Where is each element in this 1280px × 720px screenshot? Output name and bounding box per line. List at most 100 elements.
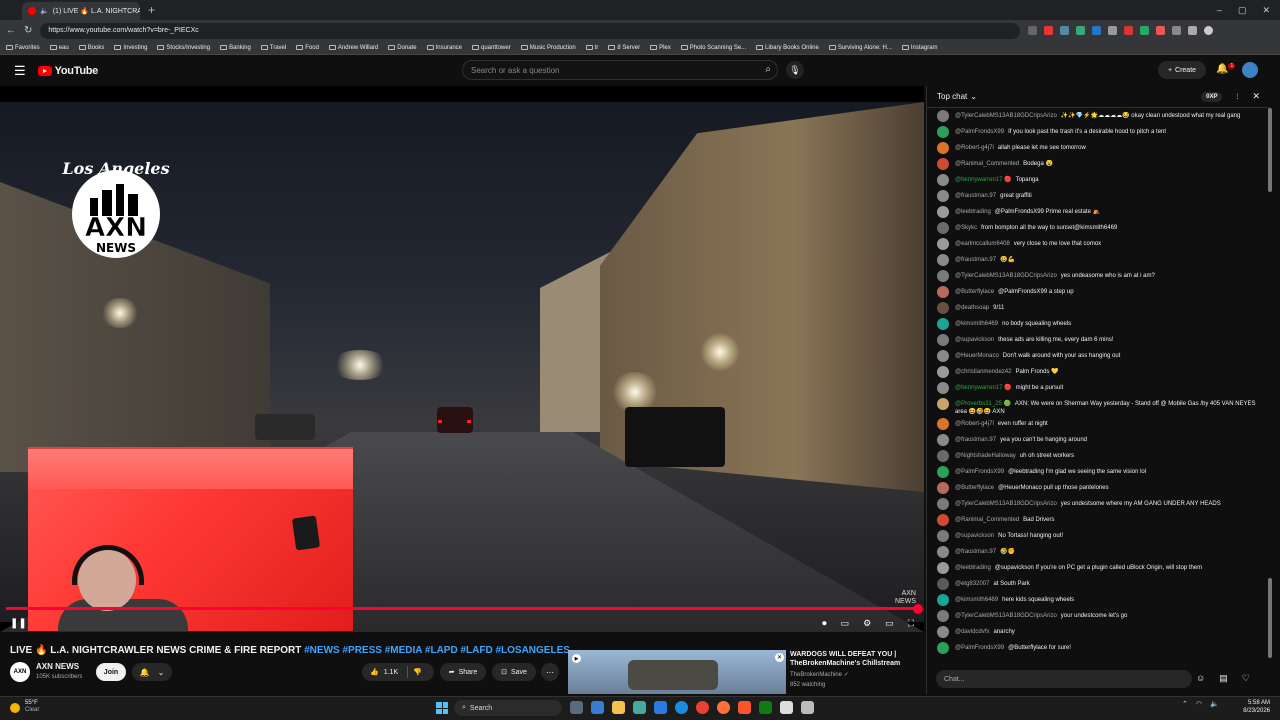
chat-avatar[interactable] (937, 110, 949, 122)
super-chat-icon[interactable]: ▤ (1219, 673, 1228, 684)
chat-author[interactable]: @deathsoap (955, 305, 989, 311)
chat-author[interactable]: @kimsmith6469 (955, 597, 998, 603)
menu-icon[interactable]: ☰ (14, 63, 26, 79)
app-icon[interactable] (801, 701, 814, 714)
chat-avatar[interactable] (937, 254, 949, 266)
captions-icon[interactable]: ▭ (841, 618, 850, 629)
ad-channel[interactable]: TheBrokenMachine ✓ (790, 671, 849, 678)
more-actions-icon[interactable]: ⋯ (541, 663, 559, 681)
bookmark-item[interactable]: Photo Scanning Se... (680, 45, 746, 51)
extension-icon[interactable] (1188, 26, 1198, 35)
chat-avatar[interactable] (937, 286, 949, 298)
chat-avatar[interactable] (937, 190, 949, 202)
chat-avatar[interactable] (937, 418, 949, 430)
account-avatar[interactable] (1242, 62, 1258, 78)
chat-author[interactable]: @Ranimal_Commented (955, 517, 1019, 523)
chat-author[interactable]: @Butterflylace (955, 289, 994, 295)
extension-icon[interactable] (1060, 26, 1070, 35)
app-icon[interactable] (780, 701, 793, 714)
share-button[interactable]: ➦ Share (440, 663, 486, 681)
chat-avatar[interactable] (937, 238, 949, 250)
chat-author[interactable]: @leebtrading (955, 565, 991, 571)
chat-avatar[interactable] (937, 302, 949, 314)
chat-author[interactable]: @earlmccallum6408 (955, 241, 1010, 247)
weather-widget[interactable]: 55°F Clear (10, 700, 39, 714)
chat-author[interactable]: @supavickson (955, 533, 994, 539)
chat-avatar[interactable] (937, 334, 949, 346)
chat-author[interactable]: @TylerCalebMS13AB18GDCripsArizo (955, 613, 1057, 619)
volume-icon[interactable]: 🔈 (1210, 700, 1219, 708)
extension-icon[interactable] (1108, 26, 1118, 35)
chat-author[interactable]: @bennywarren17 🔴 (955, 177, 1012, 183)
extension-icon[interactable] (1124, 26, 1134, 35)
pause-icon[interactable]: ❚❚ (10, 618, 27, 629)
close-icon[interactable]: ✕ (775, 653, 784, 662)
chat-avatar[interactable] (937, 382, 949, 394)
settings-app-icon[interactable] (591, 701, 604, 714)
chat-avatar[interactable] (937, 350, 949, 362)
xbox-icon[interactable] (759, 701, 772, 714)
chat-avatar[interactable] (937, 158, 949, 170)
bookmark-item[interactable]: Libary Books Online (756, 45, 819, 51)
chrome-icon[interactable] (696, 701, 709, 714)
ad-title[interactable]: WARDOGS WILL DEFEAT YOU | TheBrokenMachi… (790, 650, 920, 668)
file-explorer-icon[interactable] (612, 701, 625, 714)
extension-icon[interactable] (1092, 26, 1102, 35)
video-hashtags[interactable]: #NEWS #PRESS #MEDIA #LAPD #LAFD #LOSANGE… (304, 645, 570, 656)
chat-avatar[interactable] (937, 206, 949, 218)
extension-icon[interactable] (1172, 26, 1182, 35)
notifications-bell-icon[interactable]: 🔔 1 (1216, 63, 1236, 74)
wifi-icon[interactable]: ◠ (1196, 700, 1202, 708)
chat-author[interactable]: @HeuerMonaco (955, 353, 999, 359)
heart-icon[interactable]: ♡ (1242, 673, 1250, 684)
chat-author[interactable]: @fraustman.97 (955, 437, 996, 443)
chat-avatar[interactable] (937, 174, 949, 186)
search-input[interactable]: Search or ask a question ⌕ (462, 60, 778, 80)
close-chat-icon[interactable]: ✕ (1252, 91, 1260, 102)
chat-author[interactable]: @PalmFrondsX99 (955, 129, 1004, 135)
chat-author[interactable]: @NightshadeHalloway (955, 453, 1016, 459)
chat-scrollbar[interactable] (1268, 578, 1272, 658)
chat-author[interactable]: @TylerCalebMS13AB18GDCripsArizo (955, 501, 1057, 507)
join-button[interactable]: Join (96, 663, 126, 681)
chat-avatar[interactable] (937, 498, 949, 510)
bookmark-item[interactable]: Food (296, 45, 319, 51)
app-icon[interactable] (654, 701, 667, 714)
chat-author[interactable]: @TylerCalebMS13AB18GDCripsArizo (955, 113, 1057, 119)
create-button[interactable]: + Create (1158, 61, 1206, 79)
chat-input[interactable]: Chat... (936, 670, 1192, 688)
bookmark-item[interactable]: Surviving Alone: H... (828, 45, 892, 51)
search-icon[interactable]: ⌕ (765, 64, 771, 75)
chat-author[interactable]: @Proverbs31_25 🟢 (955, 401, 1011, 407)
chat-author[interactable]: @Skykc (955, 225, 977, 231)
settings-icon[interactable]: ⚙ (863, 618, 871, 629)
chat-author[interactable]: @PalmFrondsX99 (955, 645, 1004, 651)
chat-avatar[interactable] (937, 594, 949, 606)
extension-icon[interactable] (1076, 26, 1086, 35)
task-view-icon[interactable] (570, 701, 583, 714)
chat-avatar[interactable] (937, 142, 949, 154)
chat-avatar[interactable] (937, 222, 949, 234)
browser-tab[interactable]: 🔈 (1) LIVE 🔥 L.A. NIGHTCRAWLER ✕ (22, 2, 140, 20)
bookmark-item[interactable]: Insurance (426, 45, 462, 51)
chat-avatar[interactable] (937, 530, 949, 542)
chat-avatar[interactable] (937, 514, 949, 526)
chat-author[interactable]: @PalmFrondsX99 (955, 469, 1004, 475)
extension-icon[interactable] (1044, 26, 1054, 35)
bookmark-item[interactable]: Plex (650, 45, 671, 51)
ad-thumbnail[interactable]: ✕ (568, 650, 786, 694)
chat-avatar[interactable] (937, 642, 949, 654)
chat-avatar[interactable] (937, 450, 949, 462)
minimize-icon[interactable]: – (1217, 5, 1222, 16)
save-button[interactable]: ⊡ Save (492, 663, 536, 681)
chat-avatar[interactable] (937, 562, 949, 574)
bookmark-item[interactable]: Instagram (901, 45, 938, 51)
progress-bar[interactable] (6, 607, 918, 610)
progress-knob[interactable] (913, 604, 923, 614)
url-field[interactable]: https://www.youtube.com/watch?v=bre-_PIE… (40, 22, 1021, 39)
chat-author[interactable]: @leebtrading (955, 209, 991, 215)
bookmark-item[interactable]: Music Production (520, 45, 576, 51)
more-vert-icon[interactable]: ⋮ (1234, 93, 1240, 100)
chat-author[interactable]: @Robert-g4j7l (955, 145, 994, 151)
chat-author[interactable]: @fraustman.97 (955, 549, 996, 555)
